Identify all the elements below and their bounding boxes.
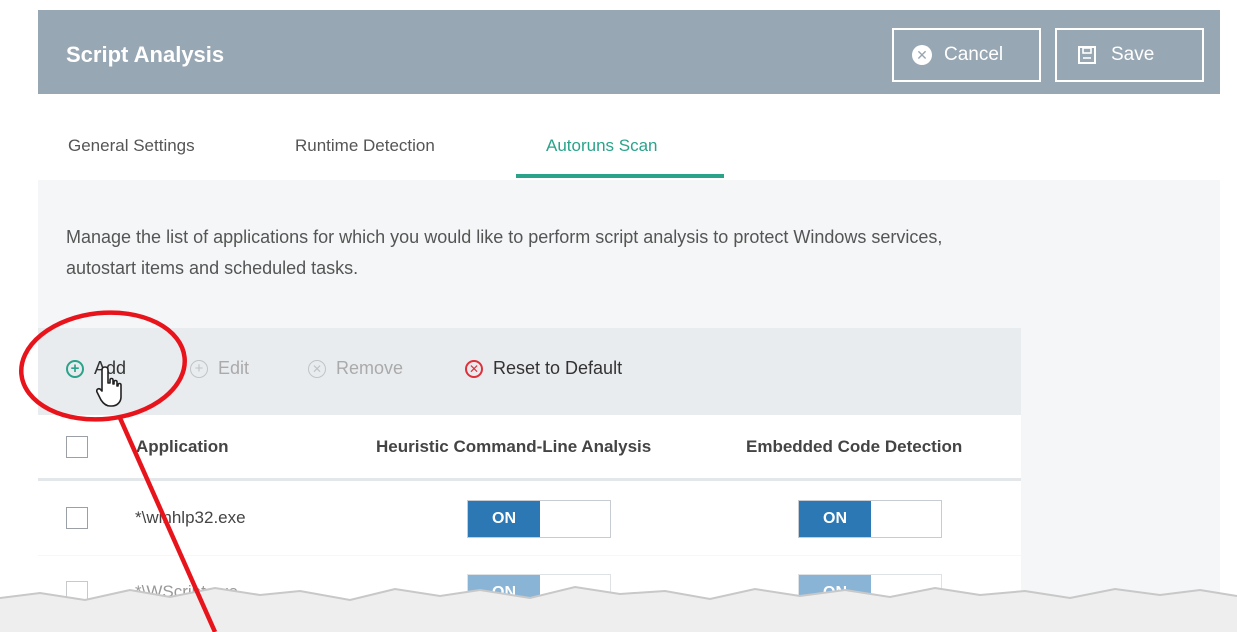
cancel-button[interactable]: ✕ Cancel — [892, 28, 1041, 82]
x-circle-icon: ✕ — [465, 359, 483, 378]
toggle-on-label: ON — [468, 501, 540, 537]
floppy-disk-icon — [1077, 45, 1097, 65]
remove-button[interactable]: ✕ Remove — [308, 358, 403, 379]
grid-toolbar: + Add + Edit ✕ Remove ✕ Reset to Default — [38, 328, 1021, 415]
row-checkbox[interactable] — [66, 507, 88, 529]
table-row: *\winhlp32.exe ON ON — [38, 481, 1021, 556]
save-button[interactable]: Save — [1055, 28, 1204, 82]
application-name: *\winhlp32.exe — [135, 508, 246, 527]
table-header: Application Heuristic Command-Line Analy… — [38, 415, 1021, 481]
remove-label: Remove — [336, 358, 404, 378]
x-circle-icon: ✕ — [308, 359, 326, 378]
script-analysis-panel: Script Analysis ✕ Cancel Save General Se… — [38, 10, 1220, 632]
plus-circle-icon: + — [66, 359, 84, 378]
edit-label: Edit — [218, 358, 250, 378]
embedded-toggle[interactable]: ON — [798, 500, 942, 538]
plus-circle-icon: + — [190, 359, 208, 378]
panel-header: Script Analysis ✕ Cancel Save — [38, 10, 1220, 94]
edit-button[interactable]: + Edit — [190, 358, 249, 379]
description-text: Manage the list of applications for whic… — [66, 227, 943, 278]
hand-pointer-icon — [96, 366, 122, 407]
torn-edge-decoration — [0, 585, 1237, 632]
reset-to-default-button[interactable]: ✕ Reset to Default — [465, 358, 622, 379]
tab-general-settings[interactable]: General Settings — [68, 136, 195, 156]
tab-runtime-detection[interactable]: Runtime Detection — [295, 136, 435, 156]
save-label: Save — [1111, 44, 1155, 65]
toggle-on-label: ON — [799, 501, 871, 537]
column-header-embedded[interactable]: Embedded Code Detection — [746, 437, 962, 457]
close-icon: ✕ — [912, 45, 932, 65]
tab-bar: General Settings Runtime Detection Autor… — [38, 94, 1220, 181]
heuristic-toggle[interactable]: ON — [467, 500, 611, 538]
cancel-label: Cancel — [944, 44, 1004, 65]
select-all-checkbox[interactable] — [66, 436, 88, 458]
active-tab-indicator — [516, 174, 724, 178]
column-header-heuristic[interactable]: Heuristic Command-Line Analysis — [376, 437, 651, 457]
tab-autoruns-scan[interactable]: Autoruns Scan — [546, 136, 658, 156]
column-header-application[interactable]: Application — [136, 437, 229, 457]
reset-label: Reset to Default — [493, 358, 623, 378]
page-title: Script Analysis — [66, 42, 225, 67]
